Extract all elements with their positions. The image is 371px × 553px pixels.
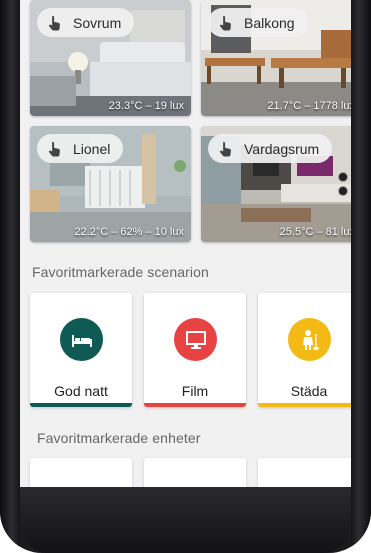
scene-label: God natt xyxy=(54,383,108,399)
scene-color-bar xyxy=(258,403,351,407)
app-screen: Sovrum 23.3°C – 19 lux Balkong 21.7°C – … xyxy=(20,0,351,487)
favorite-scenes-heading: Favoritmarkerade scenarion xyxy=(32,264,209,280)
room-label-pill: Sovrum xyxy=(37,8,135,37)
scene-label: Städa xyxy=(290,383,328,399)
scene-card-god-natt[interactable]: God natt xyxy=(30,293,132,407)
room-stats: 25.5°C – 81 lux xyxy=(279,226,351,238)
hand-touch-icon xyxy=(43,137,67,161)
room-name: Lionel xyxy=(73,140,111,157)
room-name: Balkong xyxy=(244,14,295,31)
favorite-devices-heading: Favoritmarkerade enheter xyxy=(37,430,201,446)
phone-edge-right xyxy=(351,0,371,553)
device-card[interactable] xyxy=(144,458,246,487)
scene-color-bar xyxy=(30,403,132,407)
device-card[interactable] xyxy=(258,458,351,487)
room-tile-balkong[interactable]: Balkong 21.7°C – 1778 lux xyxy=(201,0,351,116)
phone-edge-left xyxy=(0,0,20,553)
phone-frame: Sovrum 23.3°C – 19 lux Balkong 21.7°C – … xyxy=(0,0,371,553)
cleaning-person-icon xyxy=(288,318,331,361)
hand-touch-icon xyxy=(214,137,238,161)
sensor-dot xyxy=(338,186,348,196)
room-label-pill: Vardagsrum xyxy=(208,134,333,163)
scene-label: Film xyxy=(181,383,209,399)
room-tile-vardagsrum[interactable]: Vardagsrum 25.5°C – 81 lux xyxy=(201,126,351,242)
monitor-icon xyxy=(174,318,217,361)
room-label-pill: Lionel xyxy=(37,134,124,163)
room-stats: 21.7°C – 1778 lux xyxy=(267,100,351,112)
device-card[interactable] xyxy=(30,458,132,487)
hand-touch-icon xyxy=(214,11,238,35)
room-stats: 22.2°C – 62% – 10 lux xyxy=(74,226,184,238)
scene-color-bar xyxy=(144,403,246,407)
room-name: Sovrum xyxy=(73,14,122,31)
room-name: Vardagsrum xyxy=(244,140,320,157)
scene-card-stada[interactable]: Städa xyxy=(258,293,351,407)
room-tile-lionel[interactable]: Lionel 22.2°C – 62% – 10 lux xyxy=(30,126,191,242)
room-tile-sovrum[interactable]: Sovrum 23.3°C – 19 lux xyxy=(30,0,191,116)
room-label-pill: Balkong xyxy=(208,8,308,37)
hand-touch-icon xyxy=(43,11,67,35)
phone-side-sensors xyxy=(336,172,350,196)
phone-bottom-bezel xyxy=(20,487,351,553)
room-stats: 23.3°C – 19 lux xyxy=(108,100,184,112)
bed-icon xyxy=(60,318,103,361)
sensor-dot xyxy=(338,172,348,182)
scene-card-film[interactable]: Film xyxy=(144,293,246,407)
